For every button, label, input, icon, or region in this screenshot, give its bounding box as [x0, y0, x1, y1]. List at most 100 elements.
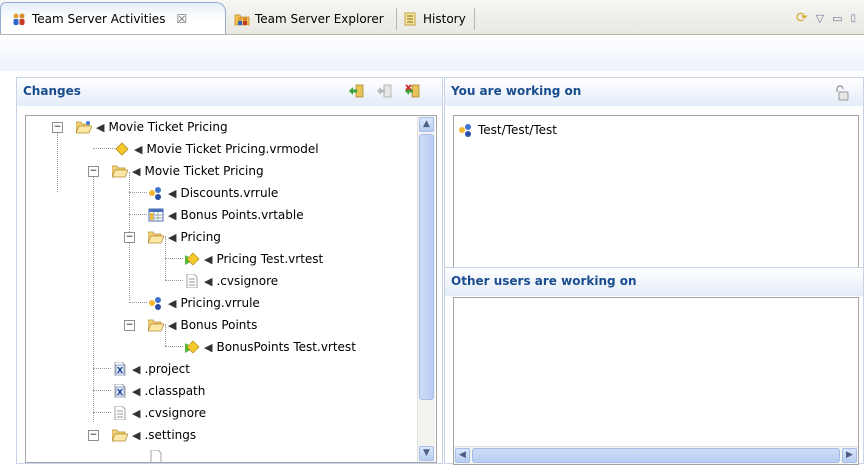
tree-item-label: Pricing Test.vrtest: [216, 252, 324, 266]
vrrule-icon: [148, 296, 164, 310]
tree-item-label: Movie Ticket Pricing.vrmodel: [146, 142, 319, 156]
xml-file-icon: X: [112, 383, 128, 399]
tree-item-label: Movie Ticket Pricing: [144, 164, 264, 178]
tab-team-server-activities[interactable]: Team Server Activities ☒: [0, 2, 226, 34]
tree-vertical-scrollbar[interactable]: ▲ ▼: [417, 116, 435, 462]
svg-text:X: X: [117, 366, 124, 375]
scroll-left-arrow-icon[interactable]: ◀: [455, 448, 470, 463]
minimize-icon[interactable]: ▭: [832, 12, 842, 25]
tree-item[interactable]: ◀ .cvsignore: [112, 403, 206, 423]
scroll-up-arrow-icon[interactable]: ▲: [419, 117, 434, 132]
tree-item[interactable]: ◀ Bonus Points.vrtable: [148, 205, 304, 225]
tree-connector: [57, 132, 58, 192]
tree-item[interactable]: ◀ Pricing.vrrule: [148, 293, 260, 313]
tree-item-partial[interactable]: [148, 447, 164, 462]
tree-item[interactable]: ◀ .cvsignore: [184, 271, 278, 291]
you-are-working-on-header: You are working on: [445, 77, 863, 106]
collapse-toggle[interactable]: −: [124, 232, 135, 243]
tree-item-label: Pricing: [180, 230, 221, 244]
outgoing-change-icon: ◀: [204, 340, 213, 354]
svg-text:X: X: [117, 388, 124, 397]
outgoing-change-icon: ◀: [132, 406, 141, 420]
maximize-icon[interactable]: ▯: [850, 13, 856, 24]
team-server-activities-icon: [11, 12, 27, 26]
history-icon: [402, 12, 418, 26]
tab-separator: [396, 8, 397, 30]
tree-connector: [129, 214, 147, 215]
open-folder-icon: [147, 318, 165, 332]
tab-label: Team Server Explorer: [255, 12, 384, 26]
collapse-toggle[interactable]: −: [124, 320, 135, 331]
outgoing-change-icon: ◀: [168, 186, 177, 200]
tab-separator: [474, 8, 475, 30]
vrtest-icon: [184, 340, 200, 354]
tree-connector: [165, 280, 183, 281]
view-controls: ⟳ ▽ ▭ ▯: [796, 8, 856, 28]
changes-section: Changes − − − − − ◀ Movie Ticket Pricing…: [16, 77, 443, 464]
outgoing-change-icon: ◀: [132, 362, 141, 376]
outgoing-change-icon: ◀: [132, 428, 141, 442]
tree-item-label: .cvsignore: [144, 406, 207, 420]
close-icon[interactable]: ☒: [176, 12, 187, 26]
tree-item[interactable]: ◀ Discounts.vrrule: [148, 183, 278, 203]
scroll-right-arrow-icon[interactable]: ▶: [842, 448, 857, 463]
list-item[interactable]: Test/Test/Test: [458, 120, 557, 140]
tree-item-label: Bonus Points.vrtable: [180, 208, 304, 222]
tree-item[interactable]: ◀ Pricing Test.vrtest: [184, 249, 323, 269]
tab-history[interactable]: History: [402, 5, 466, 33]
tree-item[interactable]: X ◀ .classpath: [112, 381, 205, 401]
tab-label: Team Server Activities: [32, 11, 166, 26]
other-users-list[interactable]: ◀ ▶: [453, 297, 859, 465]
section-title: You are working on: [451, 84, 582, 98]
section-title: Other users are working on: [451, 274, 637, 288]
section-title: Changes: [23, 84, 81, 98]
open-folder-icon: [111, 164, 129, 178]
tree-item[interactable]: ◀ Movie Ticket Pricing: [75, 117, 228, 137]
tree-item-label: Movie Ticket Pricing: [108, 120, 228, 134]
outgoing-change-icon: ◀: [168, 208, 177, 222]
tree-item-label: Discounts.vrrule: [180, 186, 279, 200]
tree-item-label: Bonus Points: [180, 318, 258, 332]
scroll-thumb[interactable]: [419, 134, 434, 400]
outgoing-change-icon: ◀: [132, 164, 141, 178]
scroll-down-arrow-icon[interactable]: ▼: [419, 446, 434, 461]
changes-tree[interactable]: − − − − − ◀ Movie Ticket Pricing ◀ Movie…: [25, 115, 437, 463]
collapse-toggle[interactable]: −: [88, 430, 99, 441]
check-in-icon[interactable]: [347, 82, 365, 100]
check-out-icon[interactable]: [375, 82, 393, 100]
user-group-icon: [458, 123, 474, 137]
tree-connector: [165, 258, 183, 259]
tree-item[interactable]: ◀ Movie Ticket Pricing.vrmodel: [114, 139, 319, 159]
tree-connector: [165, 346, 183, 347]
outgoing-change-icon: ◀: [134, 142, 143, 156]
tree-connector: [93, 368, 111, 369]
view-menu-icon[interactable]: ▽: [816, 12, 824, 25]
tab-team-server-explorer[interactable]: Team Server Explorer: [234, 5, 384, 33]
tree-item[interactable]: ◀ .settings: [111, 425, 197, 445]
tree-item[interactable]: ◀ BonusPoints Test.vrtest: [184, 337, 356, 357]
team-server-explorer-icon: [234, 12, 250, 26]
outgoing-change-icon: ◀: [168, 318, 177, 332]
tree-item-label: Pricing.vrrule: [180, 296, 260, 310]
scroll-thumb[interactable]: [472, 448, 840, 463]
vrtable-icon: [148, 208, 164, 222]
tree-item[interactable]: ◀ Pricing: [147, 227, 221, 247]
collapse-toggle[interactable]: −: [88, 166, 99, 177]
synchronize-icon[interactable]: ⟳: [796, 10, 808, 26]
tree-connector: [93, 412, 111, 413]
outgoing-change-icon: ◀: [96, 120, 105, 134]
unlock-icon[interactable]: [833, 84, 851, 102]
outgoing-change-icon: ◀: [204, 252, 213, 266]
toolbar-band: [0, 35, 864, 71]
tree-item[interactable]: X ◀ .project: [112, 359, 190, 379]
tree-item-label: .settings: [144, 428, 197, 442]
collapse-toggle[interactable]: −: [52, 122, 63, 133]
text-file-icon: [148, 449, 164, 462]
tree-item[interactable]: ◀ Movie Ticket Pricing: [111, 161, 264, 181]
horizontal-scrollbar[interactable]: ◀ ▶: [454, 446, 858, 464]
revert-icon[interactable]: [403, 82, 421, 100]
changes-header: Changes: [17, 77, 442, 106]
tree-item[interactable]: ◀ Bonus Points: [147, 315, 258, 335]
outgoing-change-icon: ◀: [168, 230, 177, 244]
text-file-icon: [184, 273, 200, 289]
